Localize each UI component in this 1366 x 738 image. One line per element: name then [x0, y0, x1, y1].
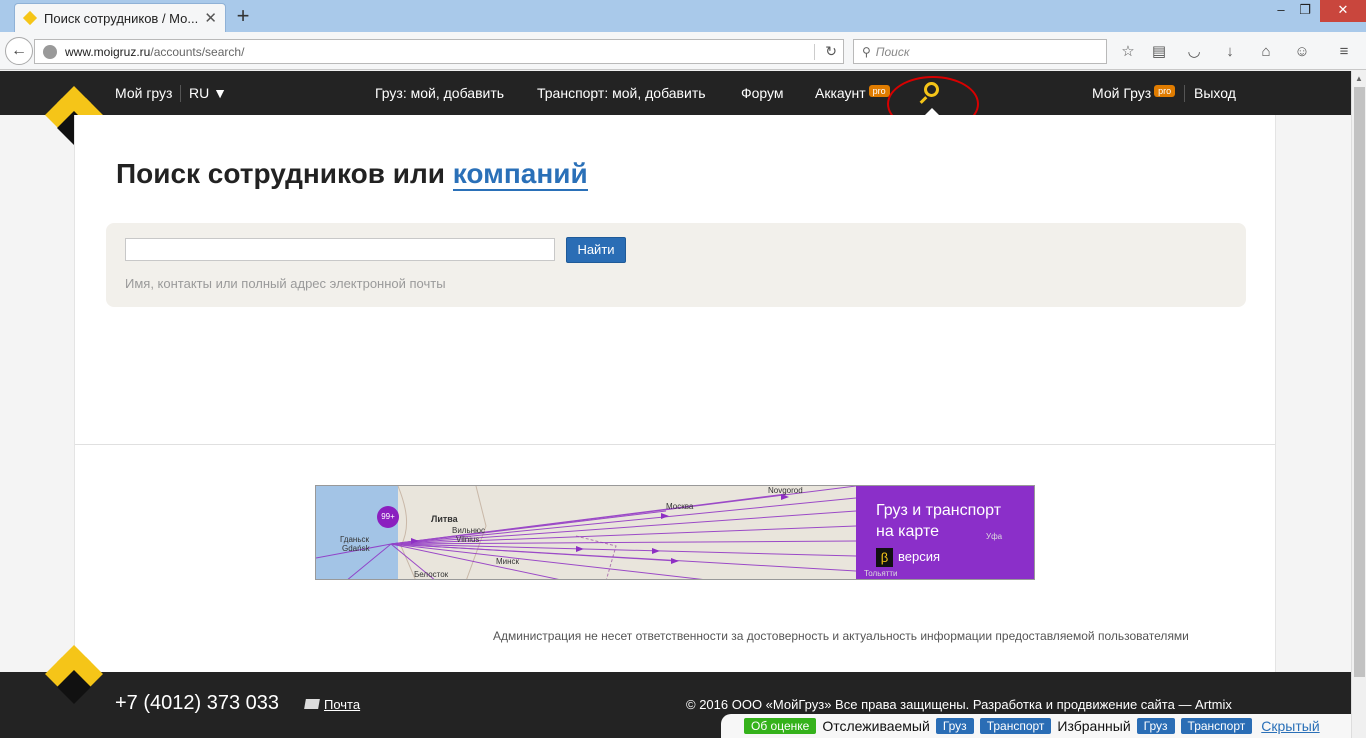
- promo-title-line: на карте: [876, 523, 940, 540]
- close-window-button[interactable]: ✕: [1320, 0, 1366, 22]
- page-title: Поиск сотрудников или компаний: [116, 158, 588, 191]
- pocket-icon[interactable]: ◡: [1185, 44, 1203, 60]
- tracked-transport-button[interactable]: Транспорт: [979, 718, 1052, 734]
- site-favicon-icon: [23, 11, 37, 25]
- bottom-filter-bar: Об оценке Отслеживаемый Груз Транспорт И…: [721, 714, 1351, 738]
- search-hint: Имя, контакты или полный адрес электронн…: [125, 276, 446, 291]
- promo-title: Груз и транспорт на карте: [876, 500, 1001, 542]
- hello-icon[interactable]: ☺: [1293, 44, 1311, 60]
- browser-tab[interactable]: Поиск сотрудников / Мо... ✕: [14, 3, 226, 32]
- beta-label: версия: [898, 549, 941, 564]
- page-scrollbar[interactable]: ▲: [1351, 71, 1366, 738]
- my-cargo-link[interactable]: Мой груз: [115, 85, 172, 101]
- people-search-input[interactable]: [125, 238, 555, 261]
- close-tab-icon[interactable]: ✕: [204, 9, 217, 27]
- site-header: Мой груз RU ▼ Груз: мой, добавить Трансп…: [0, 71, 1351, 145]
- map-label: Вильнюс: [452, 526, 486, 535]
- hidden-link[interactable]: Скрытый: [1261, 718, 1319, 734]
- browser-navigation-bar: ← www.moigruz.ru/accounts/search/ ↻ ⚲ По…: [0, 32, 1366, 70]
- address-bar-separator: [814, 44, 815, 60]
- map-label: Литва: [431, 514, 458, 524]
- map-label: Минск: [496, 557, 520, 566]
- scrollbar-thumb[interactable]: [1354, 87, 1365, 677]
- header-divider: [180, 85, 181, 102]
- map-label: Тольятти: [864, 569, 898, 578]
- reload-icon[interactable]: ↻: [825, 43, 837, 60]
- map-label: Уфа: [986, 532, 1003, 541]
- map-routes-graphic: [316, 486, 856, 579]
- map-banner[interactable]: Литва Москва Novgorod Вильнюс Vilnius Ми…: [315, 485, 1035, 580]
- favorite-cargo-button[interactable]: Груз: [1136, 718, 1175, 734]
- address-bar[interactable]: www.moigruz.ru/accounts/search/ ↻: [34, 39, 844, 64]
- nav-transport[interactable]: Транспорт: мой, добавить: [537, 85, 706, 101]
- browser-tab-bar: Поиск сотрудников / Мо... ✕ + – ❐ ✕: [0, 0, 1366, 32]
- reading-list-icon[interactable]: ▤: [1150, 44, 1168, 60]
- map-label: Белосток: [414, 570, 449, 579]
- menu-icon[interactable]: ≡: [1335, 44, 1353, 60]
- back-button[interactable]: ←: [5, 37, 33, 65]
- favorite-transport-button[interactable]: Транспорт: [1180, 718, 1253, 734]
- map-label: Gdańsk: [342, 544, 370, 553]
- map-image: Литва Москва Novgorod Вильнюс Vilnius Ми…: [316, 486, 856, 579]
- browser-search-placeholder: Поиск: [875, 44, 910, 59]
- nav-cargo[interactable]: Груз: мой, добавить: [375, 85, 504, 101]
- my-account-label: Мой Груз: [1092, 85, 1152, 101]
- logout-link[interactable]: Выход: [1194, 85, 1236, 101]
- map-label: Москва: [666, 502, 694, 511]
- nav-account-label: Аккаунт: [815, 85, 866, 101]
- header-divider: [1184, 85, 1185, 102]
- map-pin-icon: 99+: [377, 506, 399, 528]
- pro-badge: pro: [868, 85, 890, 97]
- page-viewport: Мой груз RU ▼ Груз: мой, добавить Трансп…: [0, 71, 1366, 738]
- copyright-text: © 2016 ООО «МойГруз» Все права защищены.…: [686, 697, 1232, 712]
- tracked-label: Отслеживаемый: [822, 718, 930, 734]
- map-label: Novgorod: [768, 486, 803, 495]
- map-label: Vilnius: [456, 535, 480, 544]
- my-account-link[interactable]: Мой Груз pro: [1092, 85, 1176, 101]
- main-content: Поиск сотрудников или компаний Найти Имя…: [74, 115, 1276, 672]
- minimize-window-button[interactable]: –: [1270, 0, 1292, 22]
- url-host: www.moigruz.ru: [65, 44, 151, 59]
- footer-logo[interactable]: [45, 645, 103, 704]
- globe-icon: [43, 44, 57, 59]
- home-icon[interactable]: ⌂: [1257, 44, 1275, 60]
- pro-badge: pro: [1154, 85, 1176, 97]
- promo-title-line: Груз и транспорт: [876, 502, 1002, 519]
- content-divider: [75, 444, 1275, 445]
- map-promo: Груз и транспорт на карте β версия Уфа Т…: [856, 486, 1034, 579]
- url-path: /accounts/search/: [150, 44, 245, 59]
- browser-search-input[interactable]: ⚲ Поиск: [853, 39, 1107, 64]
- tracked-cargo-button[interactable]: Груз: [935, 718, 974, 734]
- nav-account[interactable]: Аккаунт pro: [815, 85, 890, 101]
- mail-link[interactable]: Почта: [304, 697, 361, 712]
- phone-number: +7 (4012) 373 033: [115, 692, 280, 714]
- beta-icon: β: [876, 548, 893, 567]
- nav-forum[interactable]: Форум: [741, 85, 784, 101]
- search-icon: ⚲: [862, 44, 871, 59]
- find-button[interactable]: Найти: [566, 237, 626, 263]
- companies-link[interactable]: компаний: [452, 158, 588, 191]
- tab-title: Поиск сотрудников / Мо...: [44, 10, 199, 26]
- maximize-window-button[interactable]: ❐: [1294, 0, 1316, 22]
- bookmark-star-icon[interactable]: ☆: [1119, 44, 1137, 60]
- language-selector[interactable]: RU ▼: [189, 85, 227, 101]
- mail-label: Почта: [324, 697, 361, 712]
- disclaimer-text: Администрация не несет ответственности з…: [493, 629, 1189, 643]
- page-title-prefix: Поиск сотрудников или: [116, 158, 445, 189]
- map-label: Гданьск: [340, 535, 369, 544]
- rating-button[interactable]: Об оценке: [744, 718, 817, 734]
- search-panel: Найти Имя, контакты или полный адрес эле…: [106, 223, 1246, 307]
- scroll-up-icon[interactable]: ▲: [1355, 74, 1363, 83]
- mail-icon: [304, 699, 320, 709]
- download-icon[interactable]: ↓: [1221, 44, 1239, 60]
- favorites-label: Избранный: [1057, 718, 1131, 734]
- new-tab-button[interactable]: +: [232, 5, 254, 27]
